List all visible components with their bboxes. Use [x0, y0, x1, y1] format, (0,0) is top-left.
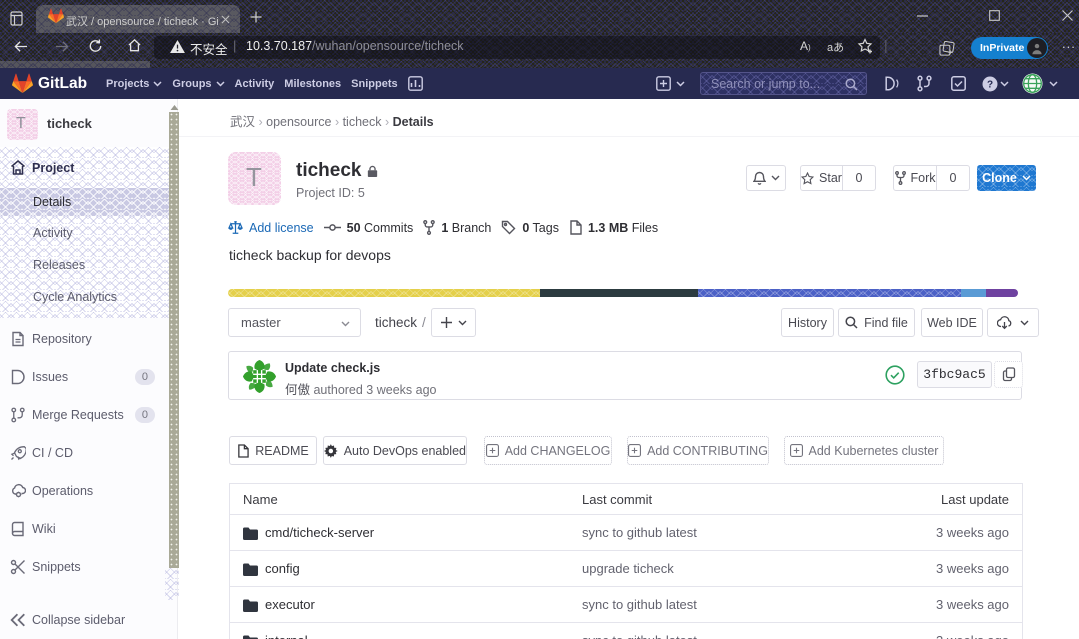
svg-text:?: ? [987, 80, 993, 91]
